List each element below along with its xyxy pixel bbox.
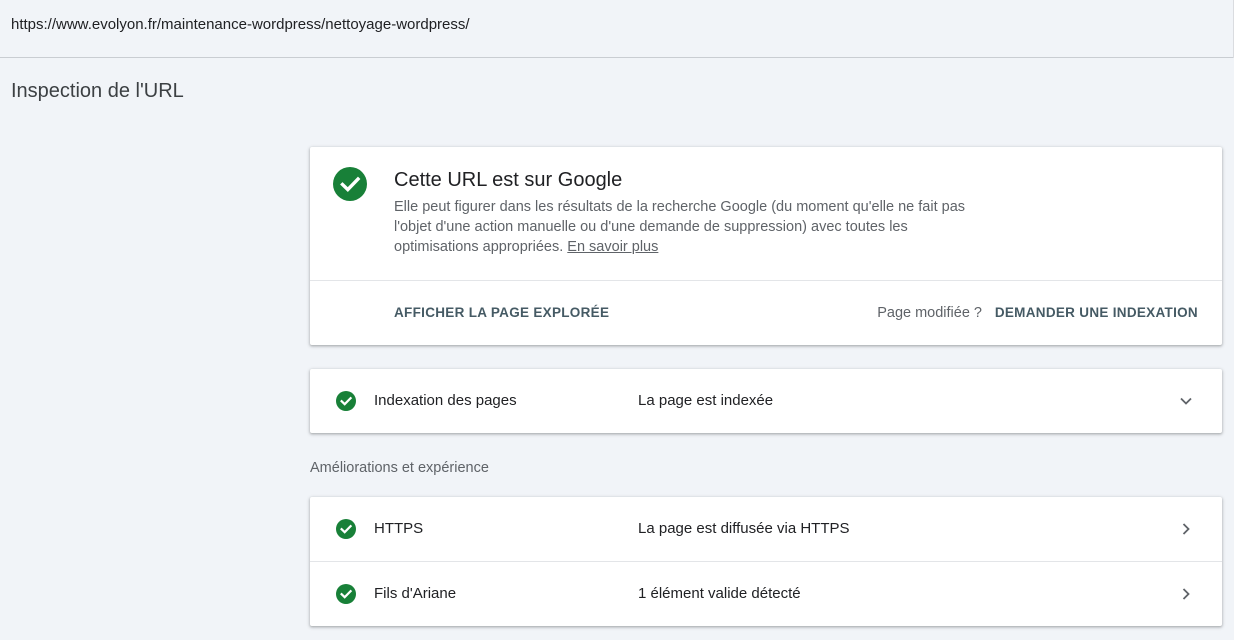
chevron-down-icon[interactable] xyxy=(1178,393,1194,409)
page-modified-label: Page modifiée ? xyxy=(877,305,982,321)
enhancement-status: La page est diffusée via HTTPS xyxy=(638,520,850,537)
enhancements-card: HTTPS La page est diffusée via HTTPS Fil… xyxy=(310,497,1222,626)
url-status-description: Elle peut figurer dans les résultats de … xyxy=(394,197,974,257)
url-status-title: Cette URL est sur Google xyxy=(394,169,623,191)
enhancements-heading: Améliorations et expérience xyxy=(310,460,489,476)
chevron-right-icon[interactable] xyxy=(1178,521,1194,537)
enhancement-row-breadcrumbs[interactable]: Fils d'Ariane 1 élément valide détecté xyxy=(310,561,1222,625)
page-indexing-card[interactable]: Indexation des pages La page est indexée xyxy=(310,369,1222,433)
page-indexing-row[interactable]: Indexation des pages La page est indexée xyxy=(310,369,1222,433)
url-status-description-text: Elle peut figurer dans les résultats de … xyxy=(394,199,966,255)
enhancement-status: 1 élément valide détecté xyxy=(638,585,801,602)
enhancement-row-https[interactable]: HTTPS La page est diffusée via HTTPS xyxy=(310,497,1222,561)
view-crawled-page-button[interactable]: AFFICHER LA PAGE EXPLORÉE xyxy=(394,305,609,320)
url-bar: https://www.evolyon.fr/maintenance-wordp… xyxy=(0,0,1234,58)
page-indexing-status: La page est indexée xyxy=(638,392,774,409)
url-status-actions: AFFICHER LA PAGE EXPLORÉE Page modifiée … xyxy=(310,281,1222,345)
inspected-url[interactable]: https://www.evolyon.fr/maintenance-wordp… xyxy=(11,16,470,33)
check-circle-icon xyxy=(333,167,367,201)
learn-more-link[interactable]: En savoir plus xyxy=(567,239,658,255)
check-circle-icon xyxy=(336,391,356,411)
request-indexing-button[interactable]: DEMANDER UNE INDEXATION xyxy=(995,305,1198,320)
chevron-right-icon[interactable] xyxy=(1178,586,1194,602)
check-circle-icon xyxy=(336,519,356,539)
check-circle-icon xyxy=(336,584,356,604)
url-status-header: Cette URL est sur Google Elle peut figur… xyxy=(310,147,1222,281)
page-indexing-label: Indexation des pages xyxy=(374,392,517,409)
enhancement-label: HTTPS xyxy=(374,520,424,537)
url-status-card: Cette URL est sur Google Elle peut figur… xyxy=(310,147,1222,345)
enhancement-label: Fils d'Ariane xyxy=(374,585,457,602)
page-title: Inspection de l'URL xyxy=(11,80,184,102)
